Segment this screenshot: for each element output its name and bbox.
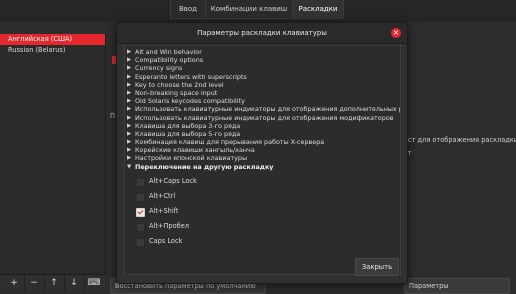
close-icon[interactable]: × — [391, 28, 401, 38]
chevron-right-icon: ▶ — [127, 155, 132, 162]
move-down-button[interactable]: ↓ — [64, 275, 85, 291]
close-button[interactable]: Закрыть — [355, 258, 399, 276]
option-checkbox[interactable] — [136, 177, 145, 187]
option-alt-ctrl[interactable]: Alt+Ctrl — [125, 189, 400, 204]
tree-group[interactable]: ▶ Клавиша для выбора 5-го ряда — [125, 130, 400, 138]
dialog-title: Параметры раскладки клавиатуры — [117, 23, 407, 44]
tree-group[interactable]: ▶ Клавиша для выбора 3-го ряда — [125, 122, 400, 130]
tree-group[interactable]: ▶ Compatibility options — [125, 56, 400, 64]
tree-group[interactable]: ▶ Использовать клавиатурные индикаторы дл… — [125, 105, 400, 113]
option-checkbox[interactable] — [136, 192, 145, 202]
option-checkbox[interactable] — [136, 222, 145, 232]
tree-group[interactable]: ▶ Old Solaris keycodes compatibility — [125, 97, 400, 105]
tab-shortcuts[interactable]: Комбинации клавиш — [205, 0, 293, 19]
option-alt-caps-lock[interactable]: Alt+Caps Lock — [125, 174, 400, 189]
chevron-right-icon: ▶ — [127, 98, 132, 105]
tree-group[interactable]: ▶ Currency signs — [125, 64, 400, 72]
option-alt-space[interactable]: Alt+Пробел — [125, 219, 400, 234]
options-tree: ▶ Alt and Win behavior ▶ Compatibility opt… — [124, 45, 401, 275]
chevron-right-icon: ▶ — [127, 49, 132, 55]
chevron-right-icon: ▶ — [127, 130, 132, 137]
options-button[interactable]: Параметры — [404, 278, 510, 294]
chevron-right-icon: ▶ — [127, 89, 132, 96]
chevron-right-icon: ▶ — [127, 139, 132, 146]
remove-layout-button[interactable]: − — [24, 275, 45, 291]
layout-toolbar: + − ↑ ↓ ⌨ — [0, 274, 105, 291]
option-alt-shift[interactable]: Alt+Shift — [125, 204, 400, 219]
layout-item-english-us[interactable]: Английская (США) — [0, 34, 105, 45]
chevron-right-icon: ▶ — [127, 65, 132, 72]
tab-layouts[interactable]: Раскладки — [292, 0, 344, 19]
tree-group[interactable]: ▶ Настройки японской клавиатуры — [125, 154, 400, 162]
chevron-right-icon: ▶ — [127, 81, 132, 88]
chevron-right-icon: ▶ — [127, 106, 132, 113]
tree-group[interactable]: ▶ Использовать клавиатурные индикаторы дл… — [125, 114, 400, 122]
tree-group[interactable]: ▶ Key to choose the 2nd level — [125, 81, 400, 89]
chevron-down-icon: ▼ — [127, 163, 132, 170]
keyboard-icon[interactable]: ⌨ — [84, 275, 104, 291]
chevron-right-icon: ▶ — [127, 57, 132, 64]
tree-group[interactable]: ▶ Корейские клавиши хангыль/ханча — [125, 146, 400, 154]
option-caps-lock[interactable]: Caps Lock — [125, 234, 400, 249]
tree-group[interactable]: ▶ Комбинация клавиш для прерывания работы… — [125, 138, 400, 146]
layout-list: Английская (США) Russian (Belarus) — [0, 34, 106, 274]
chevron-right-icon: ▶ — [127, 122, 132, 129]
add-layout-button[interactable]: + — [4, 275, 25, 291]
option-checkbox-checked[interactable] — [136, 207, 145, 217]
tree-group-expanded[interactable]: ▼ Переключение на другую раскладку — [125, 163, 400, 171]
move-up-button[interactable]: ↑ — [44, 275, 65, 291]
option-checkbox[interactable] — [136, 237, 145, 247]
tree-group[interactable]: ▶ Alt and Win behavior — [125, 48, 400, 56]
tree-group[interactable]: ▶ Esperanto letters with superscripts — [125, 73, 400, 81]
chevron-right-icon: ▶ — [127, 114, 132, 121]
tab-bar: Ввод Комбинации клавиш Раскладки — [0, 0, 516, 22]
layout-item-russian-belarus[interactable]: Russian (Belarus) — [0, 45, 105, 56]
background-text-partial: кст для отображения раскладки — [404, 136, 516, 144]
chevron-right-icon: ▶ — [127, 147, 132, 154]
background-label-partial: П — [110, 112, 115, 120]
chevron-right-icon: ▶ — [127, 73, 132, 80]
tree-group[interactable]: ▶ Non-breaking space input — [125, 89, 400, 97]
tab-input[interactable]: Ввод — [170, 0, 206, 19]
layout-options-dialog: Параметры раскладки клавиатуры × ▶ Alt an… — [116, 22, 408, 284]
